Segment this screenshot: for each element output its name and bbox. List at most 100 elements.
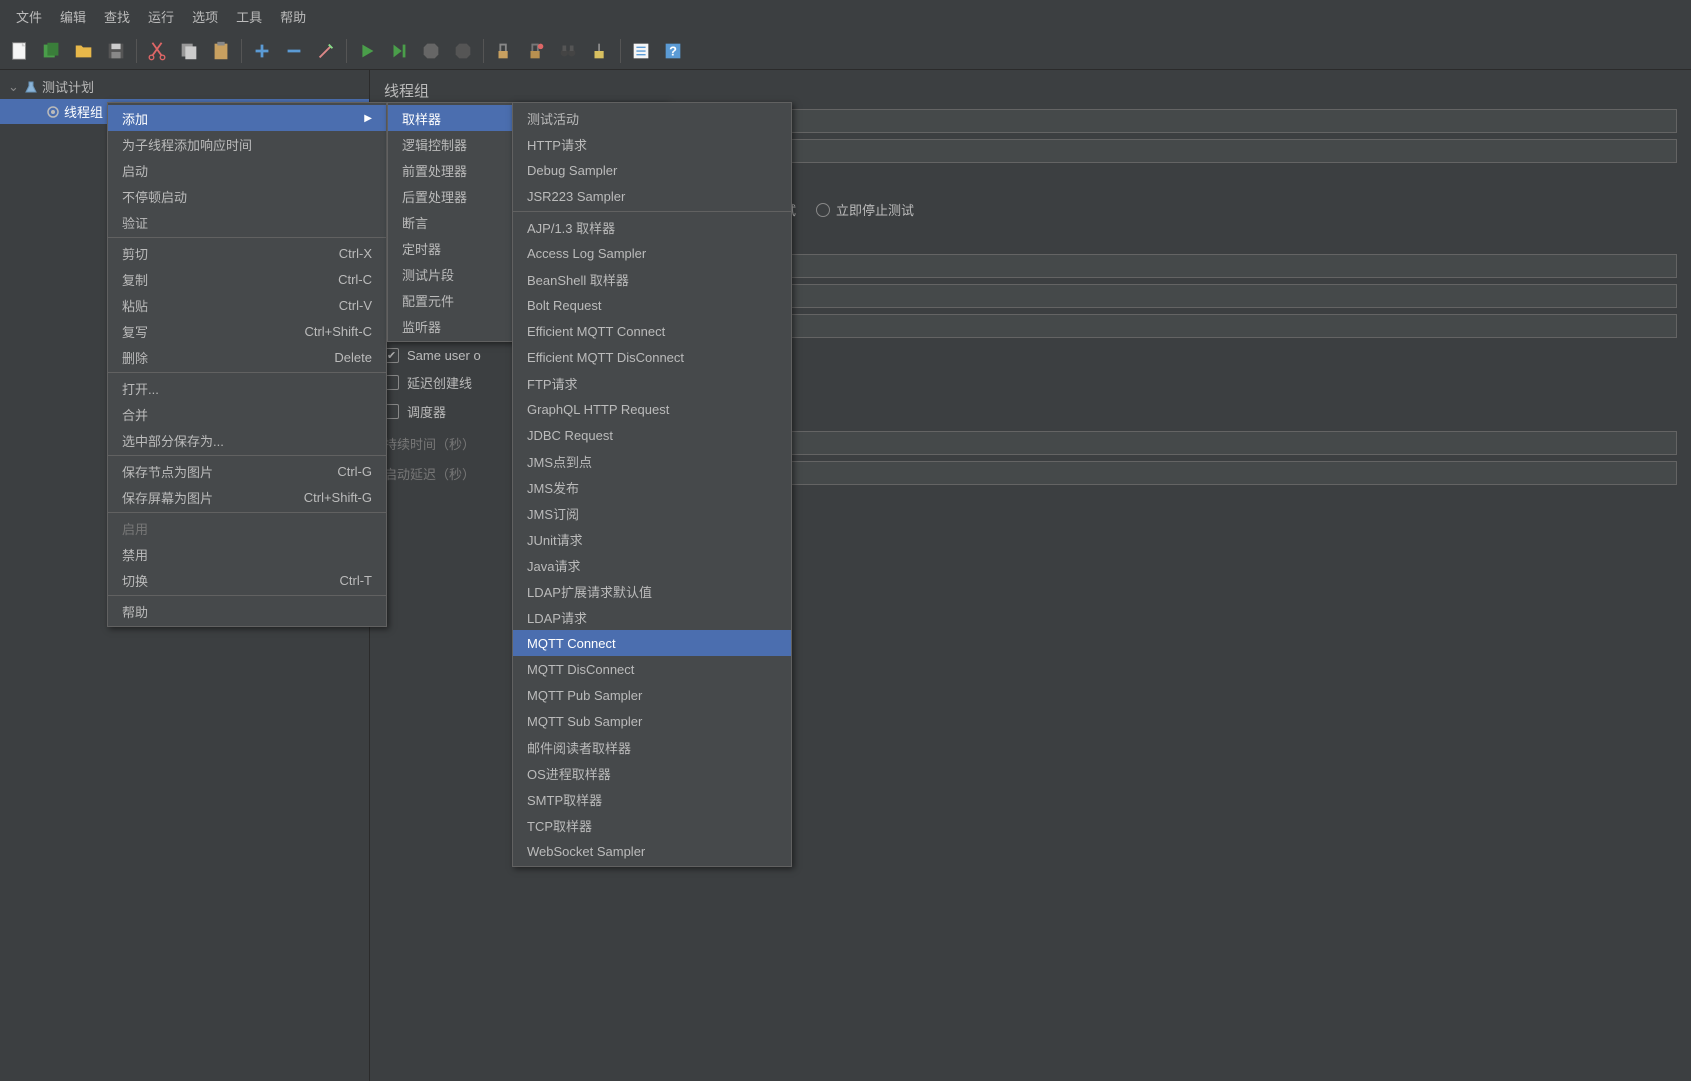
ctx3-item-25[interactable]: 邮件阅读者取样器 <box>513 734 791 760</box>
ctx1-item-0[interactable]: 添加▶ <box>108 105 386 131</box>
scheduler-label: 调度器 <box>407 402 446 421</box>
ctx3-item-9[interactable]: Efficient MQTT Connect <box>513 318 791 344</box>
ctx1-item-9[interactable]: 复写Ctrl+Shift-C <box>108 318 386 344</box>
copy-icon[interactable] <box>175 37 203 65</box>
ctx1-item-21[interactable]: 切换Ctrl-T <box>108 567 386 593</box>
ctx1-item-8[interactable]: 粘贴Ctrl-V <box>108 292 386 318</box>
ctx3-item-11[interactable]: FTP请求 <box>513 370 791 396</box>
play-step-icon[interactable] <box>385 37 413 65</box>
ctx3-item-8[interactable]: Bolt Request <box>513 292 791 318</box>
help-icon[interactable]: ? <box>659 37 687 65</box>
paste-icon[interactable] <box>207 37 235 65</box>
ctx1-item-12[interactable]: 打开... <box>108 375 386 401</box>
menu-item-label: Bolt Request <box>527 298 601 313</box>
functions-icon[interactable] <box>627 37 655 65</box>
ctx1-item-7[interactable]: 复制Ctrl-C <box>108 266 386 292</box>
ctx1-item-23[interactable]: 帮助 <box>108 598 386 624</box>
menu-item-label: LDAP请求 <box>527 608 587 627</box>
menu-help[interactable]: 帮助 <box>272 4 314 29</box>
ctx3-item-19[interactable]: LDAP扩展请求默认值 <box>513 578 791 604</box>
menu-item-label: AJP/1.3 取样器 <box>527 218 615 237</box>
ctx3-item-6[interactable]: Access Log Sampler <box>513 240 791 266</box>
menu-options[interactable]: 选项 <box>184 4 226 29</box>
ctx1-item-19: 启用 <box>108 515 386 541</box>
menu-edit[interactable]: 编辑 <box>52 4 94 29</box>
ctx3-item-20[interactable]: LDAP请求 <box>513 604 791 630</box>
binoculars-icon[interactable] <box>554 37 582 65</box>
save-icon[interactable] <box>102 37 130 65</box>
ctx3-item-23[interactable]: MQTT Pub Sampler <box>513 682 791 708</box>
ctx1-item-1[interactable]: 为子线程添加响应时间 <box>108 131 386 157</box>
ctx3-item-3[interactable]: JSR223 Sampler <box>513 183 791 209</box>
sweep-icon[interactable] <box>586 37 614 65</box>
ctx1-item-16[interactable]: 保存节点为图片Ctrl-G <box>108 458 386 484</box>
templates-icon[interactable] <box>38 37 66 65</box>
tree-root[interactable]: ⌄ 测试计划 <box>0 74 369 99</box>
ctx1-item-17[interactable]: 保存屏幕为图片Ctrl+Shift-G <box>108 484 386 510</box>
menu-item-label: FTP请求 <box>527 374 578 393</box>
ctx3-item-14[interactable]: JMS点到点 <box>513 448 791 474</box>
menu-item-label: 为子线程添加响应时间 <box>122 135 252 154</box>
ctx3-item-26[interactable]: OS进程取样器 <box>513 760 791 786</box>
clear-icon[interactable] <box>490 37 518 65</box>
ctx3-item-12[interactable]: GraphQL HTTP Request <box>513 396 791 422</box>
new-icon[interactable] <box>6 37 34 65</box>
menu-item-label: 禁用 <box>122 545 148 564</box>
ctx3-item-27[interactable]: SMTP取样器 <box>513 786 791 812</box>
menu-item-label: MQTT Connect <box>527 636 616 651</box>
ctx3-item-29[interactable]: WebSocket Sampler <box>513 838 791 864</box>
context-menu-main: 添加▶ 为子线程添加响应时间启动不停顿启动验证剪切Ctrl-X复制Ctrl-C粘贴… <box>107 102 387 627</box>
menu-item-accel: Ctrl-V <box>339 298 372 313</box>
play-icon[interactable] <box>353 37 381 65</box>
ctx1-item-2[interactable]: 启动 <box>108 157 386 183</box>
menu-tools[interactable]: 工具 <box>228 4 270 29</box>
menu-item-label: Efficient MQTT DisConnect <box>527 350 684 365</box>
menu-item-label: 启动 <box>122 161 148 180</box>
ctx3-item-21[interactable]: MQTT Connect <box>513 630 791 656</box>
ctx3-item-28[interactable]: TCP取样器 <box>513 812 791 838</box>
stop-icon[interactable] <box>417 37 445 65</box>
ctx1-item-6[interactable]: 剪切Ctrl-X <box>108 240 386 266</box>
ctx3-item-15[interactable]: JMS发布 <box>513 474 791 500</box>
cut-icon[interactable] <box>143 37 171 65</box>
menu-item-label: LDAP扩展请求默认值 <box>527 582 652 601</box>
ctx1-item-10[interactable]: 删除Delete <box>108 344 386 370</box>
chevron-down-icon[interactable]: ⌄ <box>8 79 20 95</box>
menu-item-label: 配置元件 <box>402 291 454 310</box>
menu-item-label: 测试活动 <box>527 109 579 128</box>
menu-file[interactable]: 文件 <box>8 4 50 29</box>
ctx3-item-22[interactable]: MQTT DisConnect <box>513 656 791 682</box>
ctx3-item-5[interactable]: AJP/1.3 取样器 <box>513 214 791 240</box>
clear-all-icon[interactable] <box>522 37 550 65</box>
open-icon[interactable] <box>70 37 98 65</box>
menu-search[interactable]: 查找 <box>96 4 138 29</box>
minus-icon[interactable] <box>280 37 308 65</box>
ctx3-item-17[interactable]: JUnit请求 <box>513 526 791 552</box>
plus-icon[interactable] <box>248 37 276 65</box>
menu-separator <box>108 455 386 456</box>
radio-stop-now[interactable]: 立即停止测试 <box>816 200 914 219</box>
ctx1-item-4[interactable]: 验证 <box>108 209 386 235</box>
ctx3-item-24[interactable]: MQTT Sub Sampler <box>513 708 791 734</box>
ctx3-item-7[interactable]: BeanShell 取样器 <box>513 266 791 292</box>
wand-icon[interactable] <box>312 37 340 65</box>
menu-item-label: HTTP请求 <box>527 135 587 154</box>
menu-item-label: 后置处理器 <box>402 187 467 206</box>
ctx3-item-1[interactable]: HTTP请求 <box>513 131 791 157</box>
ctx1-item-14[interactable]: 选中部分保存为... <box>108 427 386 453</box>
ctx1-item-13[interactable]: 合并 <box>108 401 386 427</box>
ctx3-item-0[interactable]: 测试活动 <box>513 105 791 131</box>
menu-run[interactable]: 运行 <box>140 4 182 29</box>
menu-item-label: BeanShell 取样器 <box>527 270 629 289</box>
svg-text:?: ? <box>669 44 677 59</box>
ctx1-item-3[interactable]: 不停顿启动 <box>108 183 386 209</box>
ctx3-item-18[interactable]: Java请求 <box>513 552 791 578</box>
ctx3-item-16[interactable]: JMS订阅 <box>513 500 791 526</box>
ctx1-item-20[interactable]: 禁用 <box>108 541 386 567</box>
stop-all-icon[interactable] <box>449 37 477 65</box>
ctx3-item-13[interactable]: JDBC Request <box>513 422 791 448</box>
ctx3-item-10[interactable]: Efficient MQTT DisConnect <box>513 344 791 370</box>
ctx3-item-2[interactable]: Debug Sampler <box>513 157 791 183</box>
loop-count-input[interactable] <box>717 314 1677 338</box>
menu-item-label: MQTT Pub Sampler <box>527 688 642 703</box>
